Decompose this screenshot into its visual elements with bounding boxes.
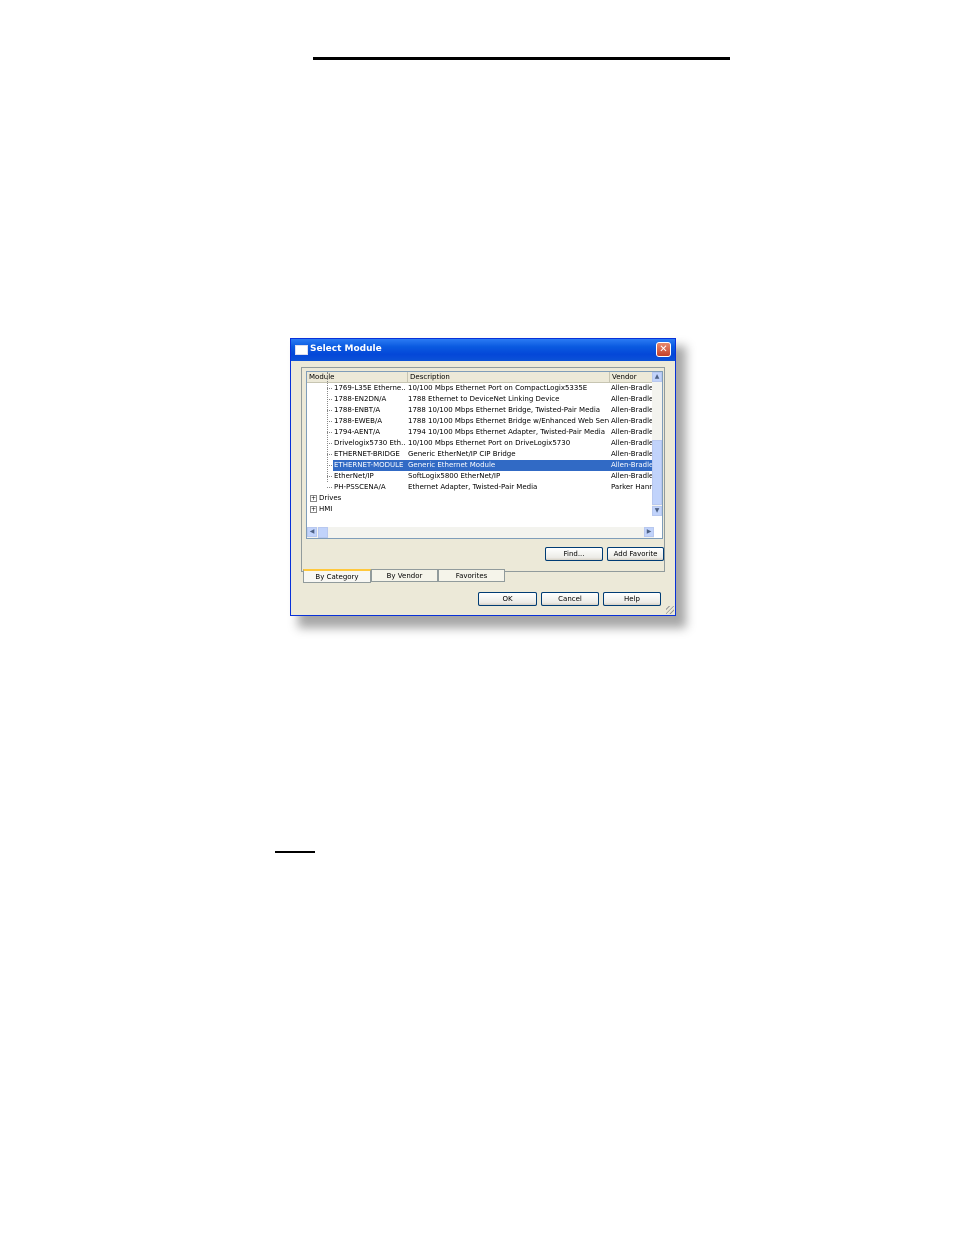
- cancel-button[interactable]: Cancel: [541, 592, 599, 606]
- tab-favorites[interactable]: Favorites: [438, 569, 505, 582]
- title-bar[interactable]: Select Module ✕: [291, 339, 675, 361]
- module-cell: ETHERNET-MODULE: [334, 461, 404, 469]
- vendor-cell: Allen-Bradley: [611, 461, 655, 469]
- column-header-module[interactable]: Module: [307, 372, 408, 383]
- top-rule: [313, 57, 730, 60]
- vendor-cell: Allen-Bradley: [611, 406, 655, 414]
- vendor-cell: Parker Hannif: [611, 483, 655, 491]
- module-cell: PH-PSSCENA/A: [334, 483, 386, 491]
- module-panel: Module Description Vendor 1769-L35E Ethe…: [301, 367, 665, 572]
- table-row[interactable]: PH-PSSCENA/A Ethernet Adapter, Twisted-P…: [307, 482, 655, 493]
- module-rows: 1769-L35E Etherne... 10/100 Mbps Etherne…: [307, 372, 655, 515]
- expand-icon[interactable]: +: [310, 506, 317, 513]
- description-cell: 10/100 Mbps Ethernet Port on DriveLogix5…: [408, 439, 571, 447]
- table-row-selected[interactable]: ETHERNET-MODULE Generic Ethernet Module …: [307, 460, 655, 471]
- table-row[interactable]: 1788-EWEB/A 1788 10/100 Mbps Ethernet Br…: [307, 416, 655, 427]
- description-cell: 1788 10/100 Mbps Ethernet Bridge w/Enhan…: [408, 417, 609, 425]
- scroll-up-icon[interactable]: ▲: [652, 372, 662, 382]
- tab-by-category[interactable]: By Category: [303, 569, 371, 583]
- description-cell: 10/100 Mbps Ethernet Port on CompactLogi…: [408, 384, 588, 392]
- table-row[interactable]: 1794-AENT/A 1794 10/100 Mbps Ethernet Ad…: [307, 427, 655, 438]
- vendor-cell: Allen-Bradley: [611, 384, 655, 392]
- description-cell: 1794 10/100 Mbps Ethernet Adapter, Twist…: [408, 428, 606, 436]
- dialog-title: Select Module: [310, 344, 382, 354]
- table-row[interactable]: Drivelogix5730 Eth... 10/100 Mbps Ethern…: [307, 438, 655, 449]
- category-label: HMI: [319, 505, 333, 513]
- module-list[interactable]: Module Description Vendor 1769-L35E Ethe…: [306, 371, 663, 539]
- horizontal-scrollbar[interactable]: ◀ ▶: [307, 527, 654, 538]
- category-label: Drives: [319, 494, 342, 502]
- window-icon: [295, 345, 308, 355]
- module-cell: 1788-EWEB/A: [334, 417, 383, 425]
- column-header-description[interactable]: Description: [408, 372, 610, 383]
- module-cell: ETHERNET-BRIDGE: [334, 450, 400, 458]
- expand-icon[interactable]: +: [310, 495, 317, 502]
- table-row[interactable]: ETHERNET-BRIDGE Generic EtherNet/IP CIP …: [307, 449, 655, 460]
- description-cell: SoftLogix5800 EtherNet/IP: [408, 472, 501, 480]
- category-drives[interactable]: + Drives: [307, 493, 655, 504]
- module-cell: EtherNet/IP: [334, 472, 374, 480]
- vendor-cell: Allen-Bradley: [611, 439, 655, 447]
- table-row[interactable]: 1788-EN2DN/A 1788 Ethernet to DeviceNet …: [307, 394, 655, 405]
- find-button[interactable]: Find...: [545, 547, 603, 561]
- description-cell: Generic Ethernet Module: [408, 461, 496, 469]
- module-cell: 1769-L35E Etherne...: [334, 384, 406, 392]
- module-cell: 1788-ENBT/A: [334, 406, 381, 414]
- table-row[interactable]: 1769-L35E Etherne... 10/100 Mbps Etherne…: [307, 383, 655, 394]
- vendor-cell: Allen-Bradley: [611, 450, 655, 458]
- vendor-cell: Allen-Bradley: [611, 395, 655, 403]
- add-favorite-button[interactable]: Add Favorite: [607, 547, 664, 561]
- category-hmi[interactable]: + HMI: [307, 504, 655, 515]
- table-row[interactable]: EtherNet/IP SoftLogix5800 EtherNet/IP Al…: [307, 471, 655, 482]
- ok-button[interactable]: OK: [478, 592, 537, 606]
- select-module-dialog: Select Module ✕ Module Description Vendo…: [290, 338, 676, 616]
- tab-by-vendor[interactable]: By Vendor: [371, 569, 438, 582]
- description-cell: 1788 10/100 Mbps Ethernet Bridge, Twiste…: [408, 406, 601, 414]
- note-underline: [275, 851, 315, 853]
- module-cell: 1788-EN2DN/A: [334, 395, 387, 403]
- table-row[interactable]: 1788-ENBT/A 1788 10/100 Mbps Ethernet Br…: [307, 405, 655, 416]
- vertical-scrollbar[interactable]: ▲ ▼: [652, 372, 662, 516]
- scroll-down-icon[interactable]: ▼: [652, 506, 662, 516]
- help-button[interactable]: Help: [603, 592, 661, 606]
- description-cell: 1788 Ethernet to DeviceNet Linking Devic…: [408, 395, 560, 403]
- vendor-cell: Allen-Bradley: [611, 428, 655, 436]
- close-button[interactable]: ✕: [656, 342, 671, 357]
- module-cell: 1794-AENT/A: [334, 428, 381, 436]
- hscroll-thumb[interactable]: [318, 527, 328, 538]
- description-cell: Ethernet Adapter, Twisted-Pair Media: [408, 483, 538, 491]
- scroll-right-icon[interactable]: ▶: [644, 527, 654, 537]
- vendor-cell: Allen-Bradley: [611, 417, 655, 425]
- scroll-thumb[interactable]: [652, 440, 662, 505]
- vendor-cell: Allen-Bradley: [611, 472, 655, 480]
- description-cell: Generic EtherNet/IP CIP Bridge: [408, 450, 516, 458]
- resize-grip-icon[interactable]: [666, 606, 674, 614]
- scroll-left-icon[interactable]: ◀: [307, 527, 317, 537]
- module-cell: Drivelogix5730 Eth...: [334, 439, 406, 447]
- column-header-vendor[interactable]: Vendor: [610, 372, 655, 383]
